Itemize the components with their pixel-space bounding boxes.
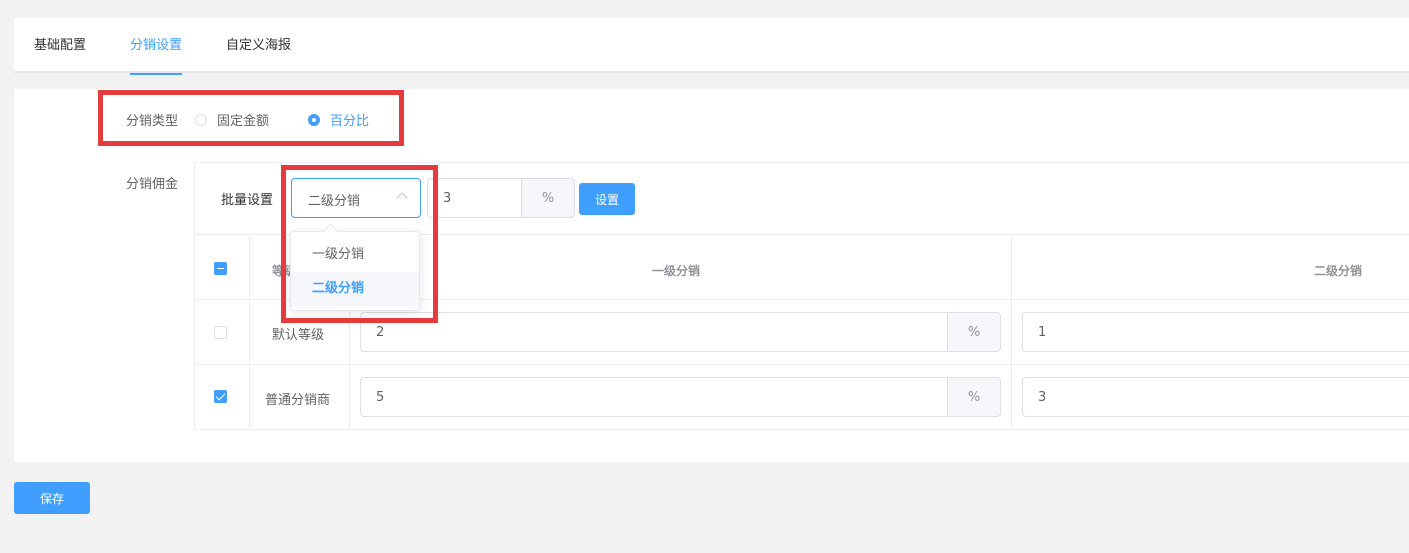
- radio-circle-checked-icon: [308, 113, 320, 126]
- row-checkbox[interactable]: [214, 326, 227, 339]
- batch-level-select[interactable]: 二级分销: [291, 178, 421, 218]
- batch-value-input-group: 3 %: [427, 178, 575, 218]
- first-level-input-group: 2 %: [360, 312, 1001, 352]
- table-divider: [1011, 234, 1012, 430]
- dropdown-option-second-level[interactable]: 二级分销: [291, 272, 419, 306]
- radio-label-percentage: 百分比: [330, 114, 370, 129]
- second-level-input-group: 3: [1022, 377, 1409, 417]
- first-level-input[interactable]: 2: [360, 312, 947, 352]
- table-divider: [249, 234, 250, 430]
- batch-value-input[interactable]: 3: [427, 178, 521, 218]
- radio-circle-icon: [195, 113, 207, 126]
- second-level-input[interactable]: 1: [1022, 312, 1409, 352]
- header-first-level: 一级分销: [652, 264, 701, 278]
- batch-setting-label: 批量设置: [221, 193, 274, 208]
- first-level-unit: %: [947, 377, 1001, 417]
- chevron-up-icon: [396, 192, 408, 204]
- tab-basic-config[interactable]: 基础配置: [34, 18, 86, 73]
- save-button[interactable]: 保存: [14, 482, 90, 514]
- second-level-input-group: 1: [1022, 312, 1409, 352]
- batch-value-unit: %: [521, 178, 575, 218]
- distribution-type-label: 分销类型: [126, 114, 179, 129]
- first-level-input[interactable]: 5: [360, 377, 947, 417]
- select-all-checkbox[interactable]: [214, 262, 227, 275]
- row-checkbox[interactable]: [214, 390, 227, 403]
- batch-level-value: 二级分销: [308, 194, 361, 209]
- batch-set-button[interactable]: 设置: [579, 183, 635, 215]
- tab-custom-poster[interactable]: 自定义海报: [226, 18, 291, 73]
- dropdown-option-first-level[interactable]: 一级分销: [291, 238, 419, 272]
- radio-fixed-amount[interactable]: 固定金额: [195, 110, 269, 129]
- commission-label: 分销佣金: [126, 177, 179, 192]
- second-level-input[interactable]: 3: [1022, 377, 1409, 417]
- row-level-name: 默认等级: [272, 328, 325, 343]
- radio-label-fixed-amount: 固定金额: [217, 114, 270, 129]
- level-dropdown-menu: 一级分销 二级分销: [290, 231, 420, 311]
- first-level-unit: %: [947, 312, 1001, 352]
- header-second-level: 二级分销: [1314, 264, 1363, 278]
- table-divider: [194, 364, 1409, 365]
- radio-percentage[interactable]: 百分比: [308, 110, 369, 129]
- first-level-input-group: 5 %: [360, 377, 1001, 417]
- row-level-name: 普通分销商: [265, 393, 331, 408]
- tab-distribution-settings[interactable]: 分销设置: [130, 18, 183, 75]
- tabs-bar: 基础配置 分销设置 自定义海报: [14, 18, 1409, 75]
